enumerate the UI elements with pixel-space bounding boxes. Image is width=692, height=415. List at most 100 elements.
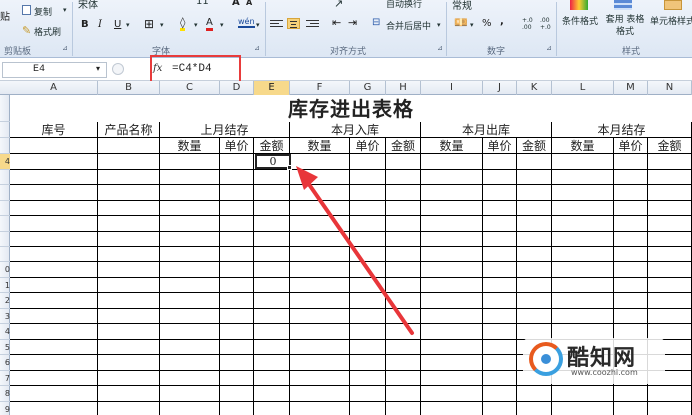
phonetic-dropdown-icon[interactable]: ▾	[256, 21, 260, 29]
row-header[interactable]: 6	[0, 355, 10, 371]
table-cell[interactable]	[386, 185, 421, 201]
column-header-i[interactable]: I	[421, 81, 483, 95]
table-cell[interactable]	[386, 247, 421, 262]
table-cell[interactable]	[483, 371, 517, 386]
table-cell[interactable]	[517, 216, 552, 232]
active-cell-e4[interactable]: 0	[255, 154, 291, 169]
table-cell[interactable]	[160, 324, 220, 340]
table-cell[interactable]	[98, 386, 160, 402]
cell-style-button[interactable]: 单元格样式	[650, 14, 692, 27]
table-cell[interactable]	[614, 309, 648, 324]
table-cell[interactable]	[290, 309, 350, 324]
table-cell[interactable]	[648, 232, 692, 247]
table-cell[interactable]	[254, 278, 290, 293]
number-launcher-icon[interactable]: ⊿	[546, 44, 552, 52]
table-cell[interactable]	[350, 402, 386, 415]
name-box[interactable]: E4	[2, 62, 107, 78]
table-cell[interactable]	[220, 154, 254, 170]
table-cell[interactable]	[220, 232, 254, 247]
table-cell[interactable]	[98, 309, 160, 324]
table-cell[interactable]	[483, 355, 517, 371]
table-cell[interactable]	[220, 216, 254, 232]
table-cell[interactable]	[254, 340, 290, 355]
table-cell[interactable]	[98, 402, 160, 415]
table-cell[interactable]	[517, 262, 552, 278]
column-header-l[interactable]: L	[552, 81, 614, 95]
table-cell[interactable]	[517, 154, 552, 170]
font-name-select[interactable]: 宋体	[78, 0, 98, 11]
table-cell[interactable]	[517, 201, 552, 216]
table-cell[interactable]	[290, 324, 350, 340]
table-cell[interactable]	[98, 371, 160, 386]
table-cell[interactable]	[552, 278, 614, 293]
header-stock-in[interactable]: 本月入库	[290, 122, 421, 138]
format-painter-button[interactable]: 格式刷	[34, 25, 61, 38]
column-header-n[interactable]: N	[648, 81, 692, 95]
table-cell[interactable]	[386, 324, 421, 340]
table-cell[interactable]	[350, 201, 386, 216]
table-cell[interactable]	[98, 185, 160, 201]
fill-color-dropdown-icon[interactable]: ▾	[194, 21, 198, 29]
table-cell[interactable]	[517, 402, 552, 415]
table-cell[interactable]	[614, 216, 648, 232]
table-cell[interactable]	[160, 278, 220, 293]
table-cell[interactable]	[160, 185, 220, 201]
font-size-select[interactable]: 11	[196, 0, 209, 7]
table-cell[interactable]	[614, 278, 648, 293]
row-header[interactable]: 1	[0, 278, 10, 293]
table-cell[interactable]	[98, 232, 160, 247]
table-cell[interactable]	[290, 262, 350, 278]
table-cell[interactable]	[10, 185, 98, 201]
table-cell[interactable]	[552, 154, 614, 170]
underline-dropdown-icon[interactable]: ▾	[126, 21, 130, 29]
font-color-button[interactable]: A	[206, 17, 213, 31]
header-stock-out[interactable]: 本月出库	[421, 122, 552, 138]
row-header[interactable]: 0	[0, 262, 10, 278]
table-cell[interactable]	[517, 170, 552, 185]
table-cell[interactable]	[290, 293, 350, 309]
table-cell[interactable]	[517, 309, 552, 324]
table-cell[interactable]	[614, 262, 648, 278]
number-format-select[interactable]: 常规	[452, 0, 472, 12]
header-sub-6[interactable]: 数量	[421, 138, 483, 154]
table-cell[interactable]	[350, 355, 386, 371]
comma-button[interactable]: ,	[500, 16, 504, 27]
column-header-j[interactable]: J	[483, 81, 517, 95]
table-cell[interactable]	[160, 386, 220, 402]
orientation-icon[interactable]: ↗	[334, 0, 343, 10]
copy-dropdown-icon[interactable]: ▾	[63, 6, 67, 14]
table-cell[interactable]	[386, 355, 421, 371]
table-cell[interactable]	[421, 278, 483, 293]
merge-dropdown-icon[interactable]: ▾	[437, 21, 441, 29]
table-cell[interactable]	[220, 247, 254, 262]
table-cell[interactable]	[386, 340, 421, 355]
row-header[interactable]	[0, 95, 10, 122]
decrease-indent-icon[interactable]: ⇤	[332, 16, 341, 29]
table-cell[interactable]	[614, 154, 648, 170]
row-header[interactable]: 9	[0, 402, 10, 415]
table-format-button[interactable]: 套用 表格格式	[603, 14, 647, 38]
table-cell[interactable]	[98, 247, 160, 262]
row-header[interactable]: 7	[0, 371, 10, 386]
table-cell[interactable]	[517, 232, 552, 247]
header-sub-5[interactable]: 金额	[386, 138, 421, 154]
table-cell[interactable]	[517, 185, 552, 201]
table-cell[interactable]	[386, 402, 421, 415]
table-cell[interactable]	[517, 386, 552, 402]
table-cell[interactable]	[160, 201, 220, 216]
table-cell[interactable]	[614, 232, 648, 247]
align-left-icon[interactable]	[270, 18, 283, 29]
table-cell[interactable]	[648, 216, 692, 232]
column-header-f[interactable]: F	[290, 81, 350, 95]
table-cell[interactable]	[483, 232, 517, 247]
table-cell[interactable]	[386, 262, 421, 278]
table-cell[interactable]	[552, 170, 614, 185]
table-cell[interactable]	[386, 216, 421, 232]
table-cell[interactable]	[160, 216, 220, 232]
column-header-a[interactable]: A	[10, 81, 98, 95]
table-cell[interactable]	[421, 371, 483, 386]
table-cell[interactable]	[160, 262, 220, 278]
table-cell[interactable]	[290, 185, 350, 201]
row-header[interactable]: 4	[0, 324, 10, 340]
table-cell[interactable]	[386, 201, 421, 216]
